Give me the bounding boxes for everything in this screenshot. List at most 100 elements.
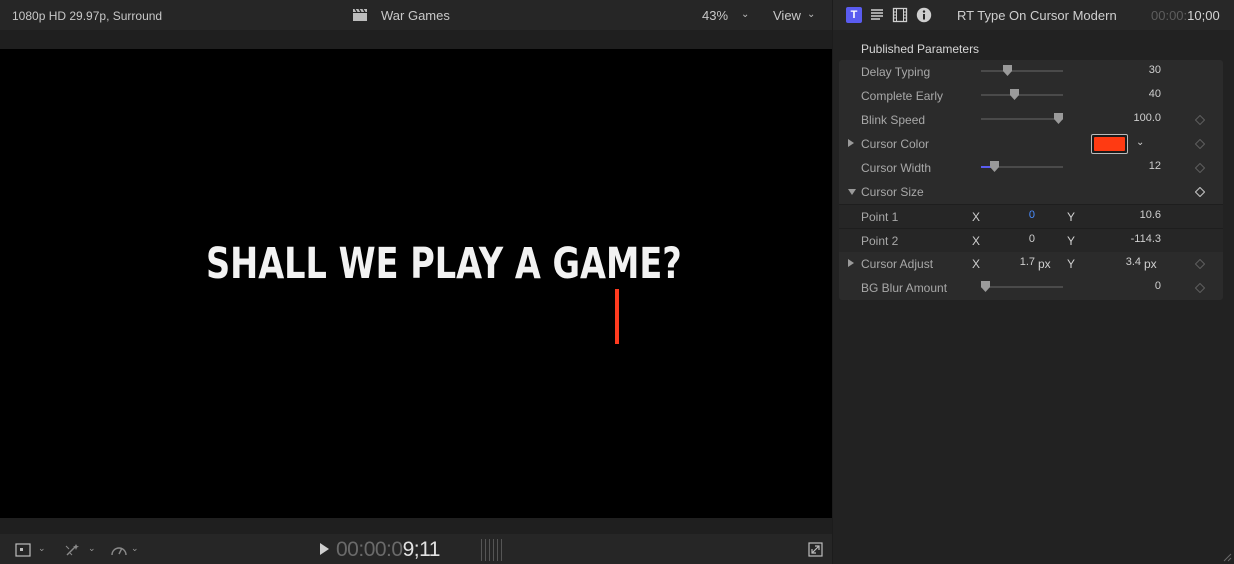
text-tab-icon[interactable] [869,7,885,23]
viewer-bottom-strip [0,518,832,534]
cursor-adjust-y-value[interactable]: 3.4 [1089,256,1141,268]
keyframe-diamond-icon[interactable] [1195,283,1205,293]
viewer-panel: 1080p HD 29.97p, Surround War Games 43% … [0,0,832,564]
param-label: Cursor Adjust [861,257,934,271]
format-label: 1080p HD 29.97p, Surround [12,9,163,23]
point1-x-value[interactable]: 0 [999,209,1035,221]
zoom-menu[interactable]: 43% [702,8,728,23]
chevron-down-icon[interactable]: ⌄ [807,9,815,20]
info-tab-icon[interactable] [916,7,932,23]
timecode-display[interactable]: 00:00:09;11 [336,538,440,562]
keyframe-diamond-icon[interactable] [1195,259,1205,269]
viewer-header: 1080p HD 29.97p, Surround War Games 43% … [0,0,832,30]
param-label: Complete Early [861,89,944,103]
cursor-width-value[interactable]: 12 [1101,160,1161,172]
chevron-down-icon[interactable]: ⌄ [38,543,46,554]
blink-speed-value[interactable]: 100.0 [1101,112,1161,124]
param-label: Point 2 [861,234,899,248]
timecode-bright: 9;11 [402,538,441,561]
point2-y-value[interactable]: -114.3 [1089,233,1161,245]
disclosure-triangle-icon[interactable] [848,139,854,147]
param-cursor-width: Cursor Width 12 [839,156,1223,180]
param-cursor-adjust: Cursor Adjust X 1.7 px Y 3.4 px [839,252,1223,276]
param-label: Point 1 [861,210,899,224]
param-cursor-color: Cursor Color ⌄ [839,132,1223,156]
param-label: Cursor Size [861,185,924,199]
slider-thumb[interactable] [989,161,999,172]
fullscreen-icon[interactable] [808,542,823,557]
slider-thumb[interactable] [981,281,990,292]
param-bg-blur-amount: BG Blur Amount 0 [839,276,1223,300]
chevron-down-icon[interactable]: ⌄ [1136,137,1144,148]
transform-tool-icon[interactable] [14,543,32,557]
motion-app-window: 1080p HD 29.97p, Surround War Games 43% … [0,0,1234,564]
param-delay-typing: Delay Typing 30 [839,60,1223,84]
param-point-1: Point 1 X 0 Y 10.6 [839,204,1223,228]
delay-typing-value[interactable]: 30 [1101,64,1161,76]
delay-typing-slider[interactable] [981,70,1063,72]
canvas-title-text[interactable]: SHALL WE PLAY A GAME? [206,239,682,289]
color-swatch-fill [1094,137,1125,151]
y-unit-label: px [1144,257,1157,271]
param-label: Cursor Width [861,161,932,175]
complete-early-slider[interactable] [981,94,1063,96]
keyframe-diamond-icon[interactable] [1195,139,1205,149]
x-axis-label: X [972,257,981,271]
bg-blur-slider[interactable] [981,286,1063,288]
chevron-down-icon[interactable]: ⌄ [131,543,139,554]
chevron-down-icon[interactable]: ⌄ [741,9,749,20]
parameters-list: Delay Typing 30 Complete Early 40 Blink … [839,60,1223,300]
video-tab-icon[interactable] [892,7,908,23]
type-cursor [615,289,619,344]
x-unit-label: px [1038,257,1051,271]
y-axis-label: Y [1067,234,1076,248]
play-button[interactable] [320,543,329,555]
duration-bright: 10;00 [1187,8,1220,23]
param-point-2: Point 2 X 0 Y -114.3 [839,228,1223,252]
magic-wand-icon[interactable] [64,543,82,557]
speedometer-icon[interactable] [110,543,128,557]
complete-early-value[interactable]: 40 [1101,88,1161,100]
color-swatch[interactable] [1091,134,1128,154]
title-tab-icon[interactable]: T [846,7,862,23]
y-axis-label: Y [1067,257,1076,271]
point1-y-value[interactable]: 10.6 [1089,209,1161,221]
viewer-canvas[interactable]: SHALL WE PLAY A GAME? [0,49,832,518]
cursor-adjust-x-value[interactable]: 1.7 [999,256,1035,268]
x-axis-label: X [972,234,981,248]
keyframe-diamond-icon[interactable] [1195,115,1205,125]
param-complete-early: Complete Early 40 [839,84,1223,108]
clapperboard-icon [353,9,367,21]
project-title: War Games [381,8,450,23]
inspector-panel: T RT Type On Cursor Modern 00:00:10;00 P… [833,0,1234,564]
param-blink-speed: Blink Speed 100.0 [839,108,1223,132]
param-cursor-size: Cursor Size [839,180,1223,204]
inspector-duration: 00:00:10;00 [1151,8,1220,23]
param-label: Delay Typing [861,65,931,79]
duration-dim: 00:00: [1151,8,1188,23]
published-parameters-heading[interactable]: Published Parameters [861,42,979,56]
inspector-header: T RT Type On Cursor Modern 00:00:10;00 [833,0,1234,30]
inspector-title: RT Type On Cursor Modern [957,8,1117,23]
jog-scrubber[interactable] [481,539,503,561]
param-label: Cursor Color [861,137,930,151]
timecode-dim: 00:00:0 [336,538,403,561]
y-axis-label: Y [1067,210,1076,224]
blink-speed-slider[interactable] [981,118,1063,120]
disclosure-triangle-icon[interactable] [848,189,856,195]
slider-thumb[interactable] [1010,89,1020,100]
chevron-down-icon[interactable]: ⌄ [88,543,96,554]
param-label: BG Blur Amount [861,281,948,295]
disclosure-triangle-icon[interactable] [848,259,854,267]
keyframe-diamond-icon[interactable] [1195,187,1205,197]
viewer-top-strip [0,30,832,49]
view-menu[interactable]: View [773,8,801,23]
param-label: Blink Speed [861,113,926,127]
point2-x-value[interactable]: 0 [999,233,1035,245]
keyframe-diamond-icon[interactable] [1195,163,1205,173]
x-axis-label: X [972,210,981,224]
slider-thumb[interactable] [1002,65,1012,76]
resize-grip-icon[interactable] [1222,552,1232,562]
bg-blur-value[interactable]: 0 [1101,280,1161,292]
slider-thumb[interactable] [1054,113,1063,124]
